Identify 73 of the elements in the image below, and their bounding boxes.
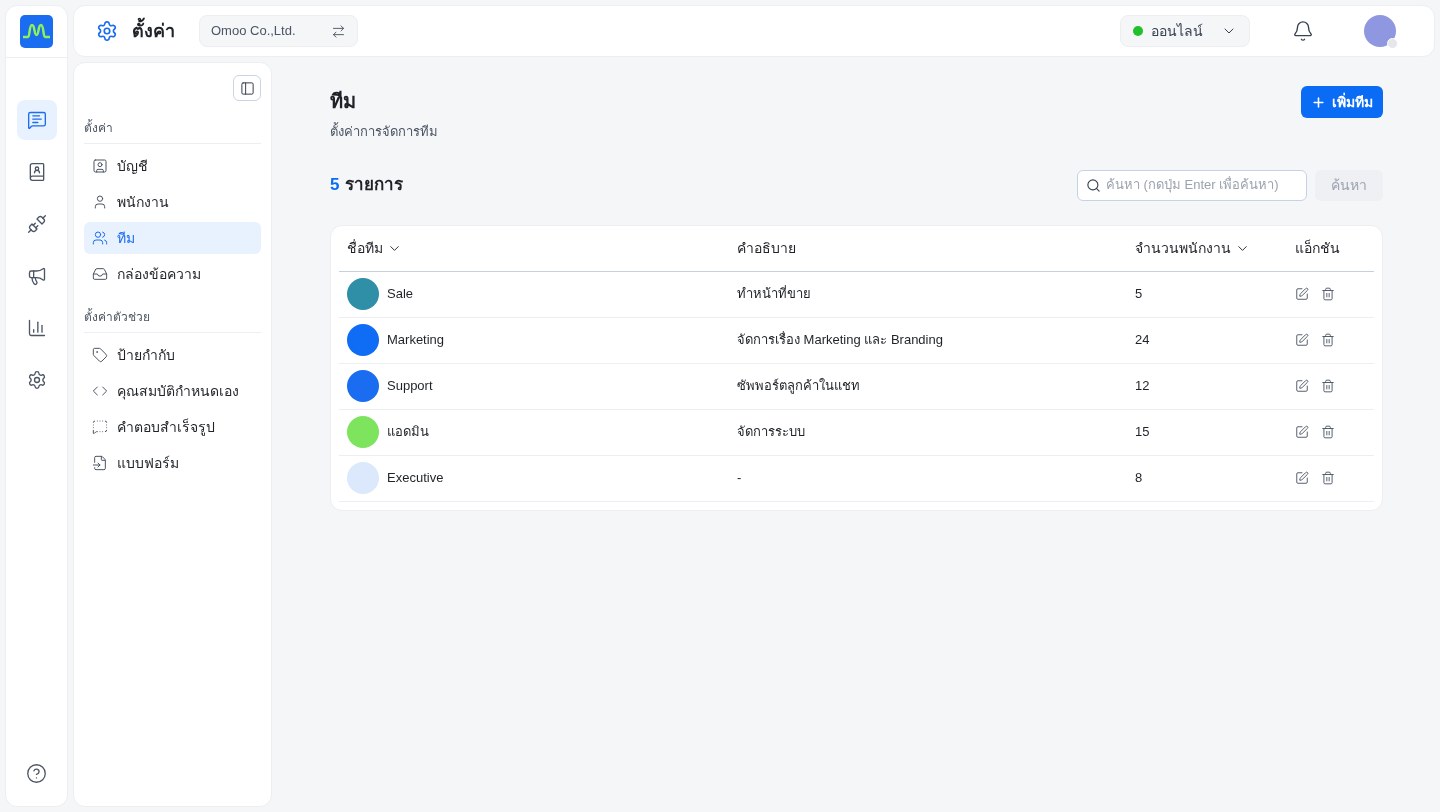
- sidebar-section-title: ตั้งค่าตัวช่วย: [84, 308, 261, 333]
- team-description: ทำหน้าที่ขาย: [737, 284, 811, 304]
- team-description: ซัพพอร์ตลูกค้าในแชท: [737, 377, 860, 396]
- sidebar-item[interactable]: ป้ายกำกับ: [84, 339, 261, 371]
- team-description: -: [737, 469, 742, 488]
- page-title: ทีม: [330, 89, 357, 114]
- delete-icon[interactable]: [1321, 425, 1335, 439]
- search-field[interactable]: ค้นหา (กดปุ่ม Enter เพื่อค้นหา): [1077, 169, 1307, 201]
- column-header: คำอธิบาย: [737, 238, 796, 258]
- code-icon: [92, 383, 108, 399]
- team-name: Support: [387, 377, 433, 396]
- settings-icon: [96, 20, 118, 42]
- sidebar-item[interactable]: บัญชี: [84, 150, 261, 182]
- sidebar-item[interactable]: ทีม: [84, 222, 261, 254]
- settings-icon: [26, 370, 47, 390]
- team-description: จัดการเรื่อง Marketing และ Branding: [737, 330, 943, 350]
- plug-icon: [26, 214, 47, 234]
- collapse-sidebar-button[interactable]: [233, 75, 261, 101]
- sidebar-section-title: ตั้งค่า: [84, 119, 261, 144]
- users-icon: [92, 230, 108, 246]
- edit-icon[interactable]: [1295, 471, 1309, 485]
- member-count: 5: [1135, 285, 1143, 304]
- swap-icon: [331, 23, 346, 39]
- column-header[interactable]: จำนวนพนักงาน: [1135, 237, 1250, 259]
- chat-icon: [26, 110, 47, 130]
- edit-icon[interactable]: [1295, 287, 1309, 301]
- delete-icon[interactable]: [1321, 287, 1335, 301]
- form-icon: [92, 455, 108, 471]
- user-avatar[interactable]: [1364, 15, 1396, 47]
- team-description: จัดการระบบ: [737, 423, 805, 442]
- notification-bell-icon[interactable]: [1292, 20, 1314, 42]
- team-name: Sale: [387, 285, 414, 304]
- search-icon: [1086, 177, 1101, 193]
- inbox-icon: [92, 266, 108, 282]
- sidebar-item[interactable]: แบบฟอร์ม: [84, 447, 261, 479]
- rail-button[interactable]: [16, 100, 57, 140]
- user-square-icon: [92, 158, 108, 174]
- sidebar-item[interactable]: คำตอบสำเร็จรูป: [84, 411, 261, 443]
- avatar-badge: [1387, 38, 1398, 49]
- member-count: 12: [1135, 377, 1150, 396]
- plus-icon: [1311, 94, 1326, 110]
- megaphone-icon: [26, 266, 47, 286]
- member-count: 24: [1135, 331, 1150, 350]
- status-dropdown[interactable]: ออนไลน์: [1120, 15, 1250, 47]
- delete-icon[interactable]: [1321, 471, 1335, 485]
- bar-chart-icon: [26, 318, 47, 338]
- sidebar-item[interactable]: กล่องข้อความ: [84, 258, 261, 290]
- sidebar-item[interactable]: คุณสมบัติกำหนดเอง: [84, 375, 261, 407]
- column-header[interactable]: ชื่อทีม: [347, 237, 402, 259]
- team-name: แอดมิน: [387, 423, 429, 442]
- chat-bubble-icon: [92, 419, 108, 435]
- column-header: แอ็กชัน: [1295, 238, 1340, 258]
- page-header-title: ตั้งค่า: [132, 17, 175, 45]
- sidebar-item[interactable]: พนักงาน: [84, 186, 261, 218]
- team-name: Executive: [387, 469, 444, 488]
- tag-icon: [92, 347, 108, 363]
- help-icon[interactable]: [26, 763, 47, 784]
- page-subtitle: ตั้งค่าการจัดการทีม: [330, 122, 438, 141]
- item-count-label: รายการ: [345, 174, 404, 197]
- team-name: Marketing: [387, 331, 445, 350]
- company-switcher[interactable]: Omoo Co.,Ltd.: [199, 15, 358, 47]
- delete-icon[interactable]: [1321, 333, 1335, 347]
- member-count: 8: [1135, 469, 1143, 488]
- app-logo: [20, 15, 53, 48]
- member-count: 15: [1135, 423, 1150, 442]
- edit-icon[interactable]: [1295, 425, 1309, 439]
- user-icon: [92, 194, 108, 210]
- item-count: 5: [330, 174, 340, 197]
- delete-icon[interactable]: [1321, 379, 1335, 393]
- add-team-button[interactable]: เพิ่มทีม: [1301, 86, 1383, 118]
- edit-icon[interactable]: [1295, 333, 1309, 347]
- edit-icon[interactable]: [1295, 379, 1309, 393]
- panel-icon: [239, 80, 255, 96]
